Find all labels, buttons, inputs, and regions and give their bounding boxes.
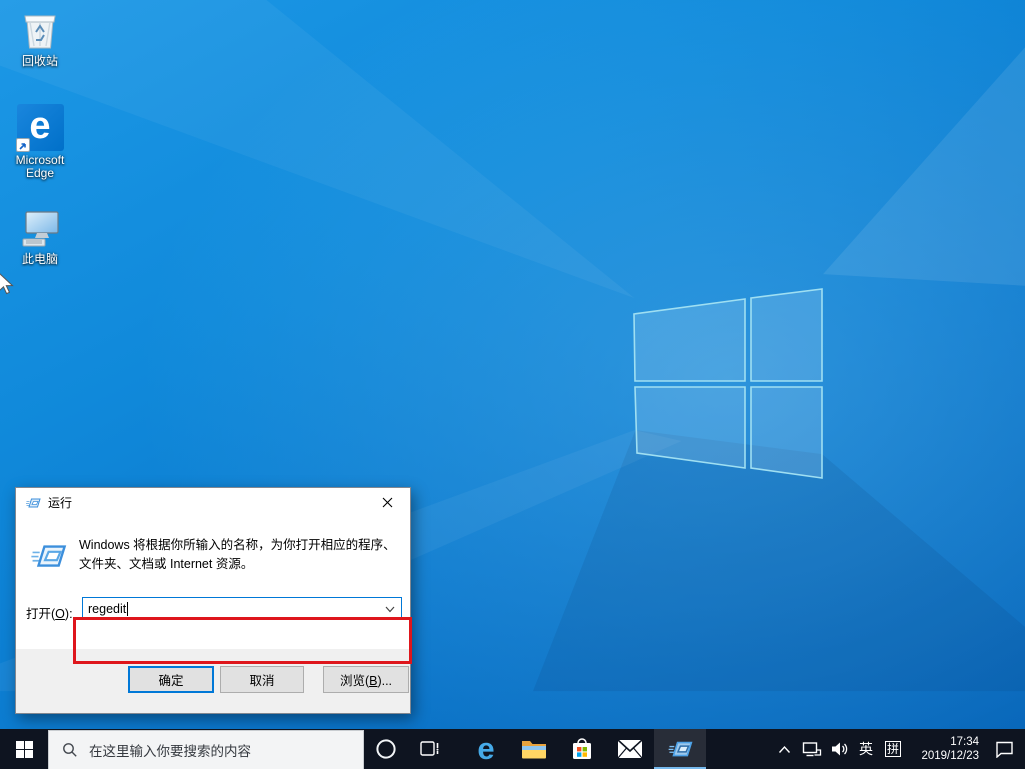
desktop-icon-label: 回收站	[22, 55, 58, 68]
cortana-button[interactable]	[364, 729, 408, 769]
taskbar: 在这里输入你要搜索的内容 e	[0, 729, 1025, 769]
volume-tray-button[interactable]	[827, 729, 853, 769]
run-dialog-message: Windows 将根据你所输入的名称，为你打开相应的程序、 文件夹、文档或 In…	[79, 536, 397, 574]
task-view-icon	[420, 740, 440, 758]
windows-logo-wallpaper	[620, 280, 830, 490]
ime-language-indicator[interactable]: 英	[853, 729, 879, 769]
taskbar-store-button[interactable]	[558, 729, 606, 769]
taskbar-search-input[interactable]: 在这里输入你要搜索的内容	[48, 730, 364, 769]
edge-icon: e	[477, 734, 494, 764]
windows-desktop: 回收站 e Microsoft Edge 此电脑	[0, 0, 1025, 769]
action-center-icon	[995, 741, 1014, 758]
run-icon	[25, 495, 41, 511]
close-icon	[382, 497, 393, 508]
run-dialog-titlebar[interactable]: 运行	[16, 488, 410, 517]
shortcut-arrow-icon	[16, 138, 30, 152]
network-tray-button[interactable]	[797, 729, 827, 769]
run-command-value: regedit	[88, 602, 126, 616]
desktop-icon-label: Microsoft Edge	[5, 154, 75, 180]
run-icon-large	[29, 537, 67, 575]
start-button[interactable]	[0, 729, 48, 769]
mouse-cursor	[0, 272, 17, 296]
text-caret	[127, 602, 128, 616]
taskbar-file-explorer-button[interactable]	[510, 729, 558, 769]
run-dialog: 运行 Windows 将根据你所输入的名称，为你打开相应的程序、 文件夹、文档或…	[15, 487, 411, 714]
network-icon	[802, 741, 822, 758]
search-placeholder: 在这里输入你要搜索的内容	[89, 740, 251, 760]
ime-mode-indicator[interactable]: 拼	[879, 729, 907, 769]
taskbar-mail-button[interactable]	[606, 729, 654, 769]
clock-date: 2019/12/23	[921, 749, 979, 763]
system-tray: 英 拼 17:34 2019/12/23	[771, 729, 1025, 769]
mail-icon	[617, 739, 643, 759]
browse-button[interactable]: 浏览(B)...	[323, 666, 409, 693]
desktop-icon-label: 此电脑	[22, 253, 58, 266]
cancel-button[interactable]: 取消	[220, 666, 304, 693]
desktop-icon-recycle-bin[interactable]: 回收站	[2, 8, 78, 68]
taskbar-edge-button[interactable]: e	[462, 729, 510, 769]
action-center-button[interactable]	[983, 729, 1025, 769]
taskbar-run-app-button-active[interactable]	[654, 729, 706, 769]
desktop-icon-this-pc[interactable]: 此电脑	[2, 206, 78, 266]
task-view-button[interactable]	[408, 729, 452, 769]
cortana-icon	[375, 738, 397, 760]
file-explorer-icon	[521, 738, 547, 760]
show-hidden-icons-button[interactable]	[771, 729, 797, 769]
this-pc-icon	[17, 206, 63, 250]
run-dialog-body: Windows 将根据你所输入的名称，为你打开相应的程序、 文件夹、文档或 In…	[16, 517, 410, 649]
dialog-title: 运行	[48, 494, 72, 511]
chevron-up-icon	[778, 745, 791, 754]
search-icon	[62, 742, 78, 758]
run-command-input[interactable]: regedit	[82, 597, 402, 620]
taskbar-clock[interactable]: 17:34 2019/12/23	[907, 729, 983, 769]
run-app-icon	[667, 736, 693, 762]
ok-button[interactable]: 确定	[128, 666, 214, 693]
run-dialog-footer: 确定 取消 浏览(B)...	[16, 649, 410, 713]
recycle-bin-icon	[18, 8, 62, 52]
chevron-down-icon[interactable]	[383, 602, 397, 616]
desktop-icon-microsoft-edge[interactable]: e Microsoft Edge	[2, 104, 78, 180]
windows-start-icon	[16, 741, 33, 758]
volume-icon	[831, 741, 849, 757]
clock-time: 17:34	[950, 735, 979, 749]
open-label: 打开(O):	[26, 603, 73, 622]
close-button[interactable]	[365, 488, 410, 517]
microsoft-store-icon	[570, 736, 594, 762]
